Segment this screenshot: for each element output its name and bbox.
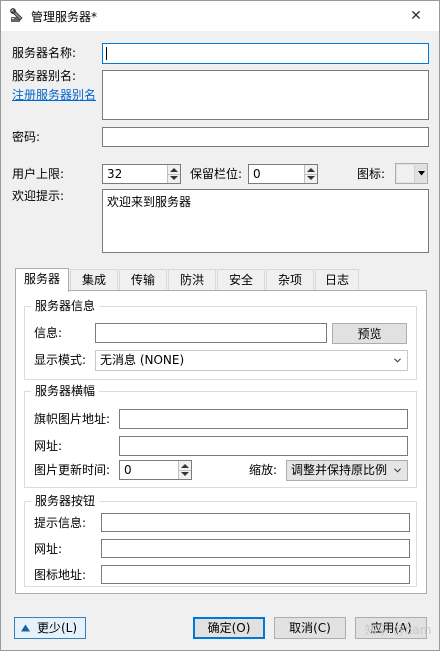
text-cursor — [106, 47, 107, 60]
dialog-window: 管理服务器* ✕ 服务器名称: 服务器别名: 注册服务器别名 密码: 用户上限:… — [0, 0, 440, 651]
triangle-up-icon — [21, 624, 30, 632]
reserved-slots-label: 保留栏位: — [190, 167, 243, 181]
tab-integration[interactable]: 集成 — [70, 269, 118, 291]
user-limit-stepper[interactable]: 32 — [102, 164, 181, 184]
server-tools-icon — [10, 8, 23, 22]
dropdown-arrow-icon — [418, 171, 425, 176]
server-button-group: 服务器按钮 提示信息: 网址: 图标地址: — [24, 494, 417, 587]
tooltip-label: 提示信息: — [34, 516, 87, 530]
tab-security[interactable]: 安全 — [217, 269, 265, 291]
preview-button[interactable]: 预览 — [332, 323, 407, 344]
button-url-input[interactable] — [101, 539, 410, 558]
cancel-button[interactable]: 取消(C) — [274, 617, 346, 639]
server-name-input[interactable] — [102, 43, 429, 64]
reserved-slots-stepper[interactable]: 0 — [248, 164, 318, 184]
display-mode-label: 显示模式: — [34, 353, 87, 367]
tab-server[interactable]: 服务器 — [15, 268, 69, 292]
icon-label: 图标: — [357, 167, 386, 181]
scale-label: 缩放: — [249, 463, 278, 477]
password-input[interactable] — [102, 127, 429, 147]
tab-transfer[interactable]: 传输 — [119, 269, 167, 291]
server-info-group: 服务器信息 信息: 预览 显示模式: 无消息 (NONE) — [24, 299, 417, 380]
close-icon: ✕ — [410, 8, 422, 24]
server-info-title: 服务器信息 — [31, 299, 100, 313]
spin-arrows-icon[interactable] — [178, 461, 191, 479]
close-button[interactable]: ✕ — [393, 1, 439, 31]
refresh-time-stepper[interactable]: 0 — [119, 460, 192, 480]
welcome-label: 欢迎提示: — [12, 189, 65, 203]
register-alias-link[interactable]: 注册服务器别名 — [12, 86, 96, 103]
chevron-down-icon — [394, 468, 401, 473]
banner-url-input[interactable] — [119, 436, 408, 456]
info-label: 信息: — [34, 326, 63, 340]
title-bar: 管理服务器* ✕ — [1, 1, 439, 31]
user-limit-label: 用户上限: — [12, 167, 65, 181]
tab-misc[interactable]: 杂项 — [266, 269, 314, 291]
spin-arrows-icon[interactable] — [304, 165, 317, 183]
icon-url-input[interactable] — [101, 565, 410, 584]
icon-url-label: 图标地址: — [34, 568, 87, 582]
info-input[interactable] — [95, 323, 327, 343]
button-url-label: 网址: — [34, 542, 63, 556]
server-alias-label: 服务器别名: — [12, 69, 77, 83]
chevron-down-icon — [394, 358, 401, 363]
password-label: 密码: — [12, 130, 41, 144]
banner-image-url-label: 旗帜图片地址: — [34, 412, 111, 426]
ok-button[interactable]: 确定(O) — [193, 617, 265, 639]
icon-preview — [397, 165, 415, 182]
watermark: 知乎 @ham — [365, 623, 432, 637]
tooltip-input[interactable] — [101, 513, 410, 532]
server-alias-textarea[interactable] — [102, 70, 429, 120]
tab-log[interactable]: 日志 — [315, 269, 359, 291]
tab-flood[interactable]: 防洪 — [168, 269, 216, 291]
tab-panel-server: 服务器信息 信息: 预览 显示模式: 无消息 (NONE) 服务器横幅 旗帜图片… — [15, 290, 427, 594]
banner-url-label: 网址: — [34, 439, 63, 453]
server-banner-group: 服务器横幅 旗帜图片地址: 网址: 图片更新时间: 0 缩放: 调整并保持原比例 — [24, 384, 417, 488]
server-name-label: 服务器名称: — [12, 46, 77, 60]
window-title: 管理服务器* — [31, 10, 98, 24]
banner-image-url-input[interactable] — [119, 409, 408, 429]
refresh-time-label: 图片更新时间: — [34, 463, 111, 477]
welcome-textarea[interactable]: 欢迎来到服务器 — [102, 189, 429, 253]
icon-picker[interactable] — [395, 163, 428, 184]
server-banner-title: 服务器横幅 — [31, 384, 100, 398]
server-button-title: 服务器按钮 — [31, 494, 100, 508]
display-mode-select[interactable]: 无消息 (NONE) — [95, 350, 408, 371]
scale-select[interactable]: 调整并保持原比例 — [286, 460, 408, 481]
spin-arrows-icon[interactable] — [167, 165, 180, 183]
less-button[interactable]: 更少(L) — [14, 617, 86, 639]
